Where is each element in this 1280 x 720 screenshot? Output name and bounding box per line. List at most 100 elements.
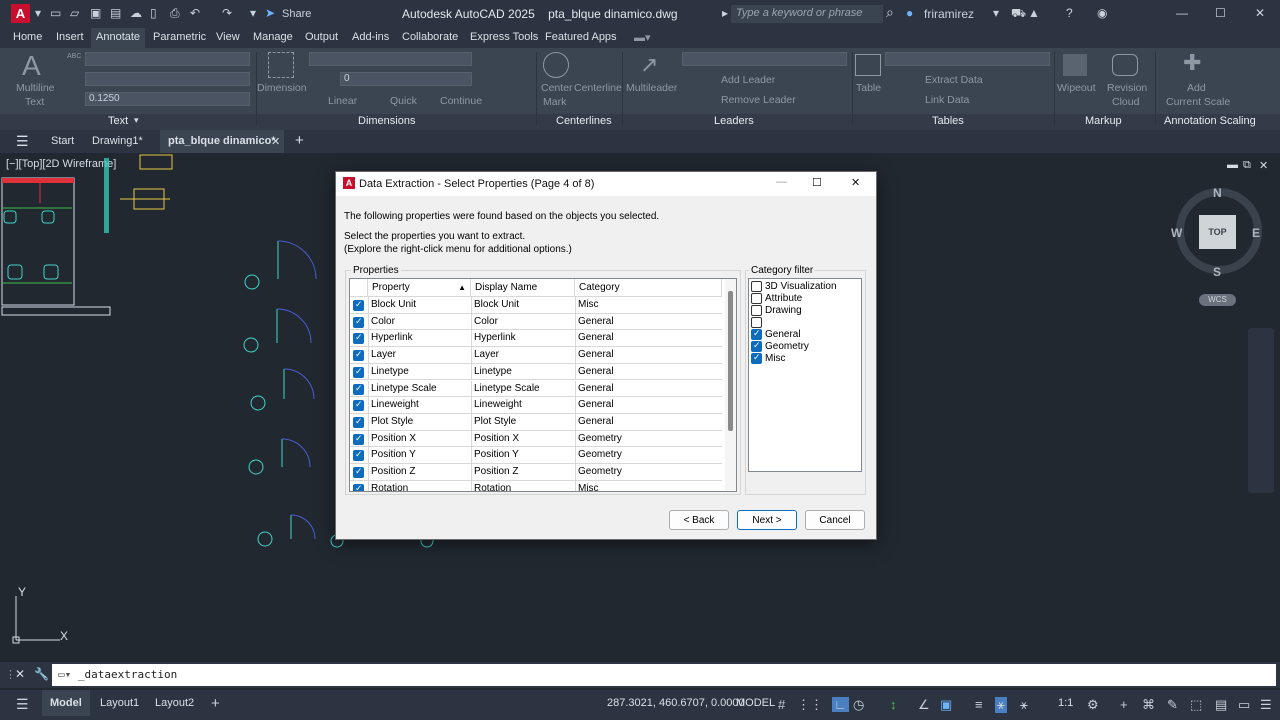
category-item[interactable]: Attribute xyxy=(751,293,859,305)
row-checkbox[interactable] xyxy=(353,449,364,462)
command-input[interactable]: ▭▾ _dataextraction xyxy=(52,664,1276,686)
table-row[interactable]: Hyperlink Hyperlink General xyxy=(350,330,722,348)
add-scale-label2[interactable]: Current Scale xyxy=(1166,96,1230,108)
tab-insert[interactable]: Insert xyxy=(56,31,84,43)
customization-icon[interactable]: ☰ xyxy=(1260,697,1272,713)
text-height-combo[interactable]: 0.1250 xyxy=(85,92,250,106)
undo-icon[interactable]: ↶ xyxy=(190,6,200,20)
snap-icon[interactable]: ⋮⋮ xyxy=(797,697,823,713)
row-checkbox[interactable] xyxy=(353,416,364,428)
lock-ui-icon[interactable]: ⬚ xyxy=(1190,697,1202,713)
center-mark-icon[interactable] xyxy=(543,52,569,78)
next-button[interactable]: Next > xyxy=(737,510,797,530)
row-checkbox[interactable] xyxy=(353,399,364,412)
table-row[interactable]: Plot Style Plot Style General xyxy=(350,413,722,431)
multiline-text-label2[interactable]: Text xyxy=(25,96,44,108)
row-checkbox[interactable] xyxy=(353,316,364,328)
lineweight-icon[interactable]: ≡ xyxy=(975,697,983,712)
tab-featured-apps[interactable]: Featured Apps xyxy=(545,31,617,43)
dim-style-combo[interactable] xyxy=(309,52,472,66)
quick-properties-icon[interactable]: ✎ xyxy=(1167,697,1178,713)
table-icon[interactable] xyxy=(855,54,881,76)
remove-leader-button[interactable]: Remove Leader xyxy=(721,94,796,106)
row-checkbox[interactable] xyxy=(353,483,364,491)
compass-n[interactable]: N xyxy=(1213,186,1222,200)
category-item[interactable]: 3D Visualization xyxy=(751,281,859,293)
table-row[interactable]: Position Y Position Y Geometry xyxy=(350,447,722,464)
polar-icon[interactable]: ◷ xyxy=(853,697,864,713)
user-dropdown-icon[interactable]: ▾ xyxy=(993,6,999,20)
back-button[interactable]: < Back xyxy=(669,510,729,530)
category-checkbox[interactable] xyxy=(751,340,762,352)
panel-dropdown-icon[interactable]: ▾ xyxy=(134,115,139,126)
category-item[interactable]: General xyxy=(751,328,859,341)
table-style-combo[interactable] xyxy=(885,52,1050,66)
tab-layout2[interactable]: Layout2 xyxy=(155,697,194,709)
tab-pta-blque-dinamico[interactable]: pta_blque dinamico* xyxy=(160,130,284,153)
text-style-combo[interactable] xyxy=(85,52,250,66)
category-filter-list[interactable]: 3D VisualizationAttributeDrawing GeneralG… xyxy=(748,278,862,472)
category-checkbox[interactable] xyxy=(751,305,762,316)
user-name[interactable]: friramirez xyxy=(924,7,974,21)
search-input[interactable]: Type a keyword or phrase xyxy=(731,5,883,23)
tab-start[interactable]: Start xyxy=(51,135,74,147)
category-checkbox[interactable] xyxy=(751,328,762,340)
print-icon[interactable]: ⎙ xyxy=(170,6,180,21)
isodraft-icon[interactable]: ↕ xyxy=(890,697,897,712)
isolate-objects-icon[interactable]: ▤ xyxy=(1215,697,1227,713)
tab-layout1[interactable]: Layout1 xyxy=(100,697,139,709)
linear-button[interactable]: Linear xyxy=(328,95,357,107)
row-checkbox[interactable] xyxy=(353,299,364,311)
user-icon[interactable]: ● xyxy=(906,6,913,20)
panel-leaders-label[interactable]: Leaders xyxy=(714,115,754,127)
ortho-icon[interactable]: ∟ xyxy=(832,697,849,712)
category-item[interactable] xyxy=(751,317,859,329)
close-cmd-icon[interactable]: ✕ xyxy=(15,667,25,681)
category-checkbox[interactable] xyxy=(751,317,762,328)
center-mark-label[interactable]: Center xyxy=(541,82,573,94)
tab-output[interactable]: Output xyxy=(305,31,338,43)
multiline-text-icon[interactable]: A xyxy=(22,50,41,82)
annomonitor-icon[interactable]: + xyxy=(1120,697,1128,712)
row-checkbox[interactable] xyxy=(353,383,364,395)
cloud-icon[interactable]: ☁ xyxy=(130,6,142,20)
header-category[interactable]: Category xyxy=(575,279,722,297)
wipeout-label[interactable]: Wipeout xyxy=(1057,82,1096,94)
header-display-name[interactable]: Display Name xyxy=(471,279,575,297)
connect-icon[interactable]: ▲ xyxy=(1028,6,1040,20)
model-space-toggle[interactable]: MODEL xyxy=(736,697,775,709)
share-button[interactable]: Share xyxy=(282,8,311,20)
add-leader-button[interactable]: Add Leader xyxy=(721,74,775,86)
add-scale-icon[interactable]: ✚ xyxy=(1183,50,1201,76)
add-scale-label[interactable]: Add xyxy=(1187,82,1206,94)
new-tab-icon[interactable]: + xyxy=(295,132,304,149)
menu-dropdown-icon[interactable]: ▾ xyxy=(35,6,41,20)
panel-annotation-scaling-label[interactable]: Annotation Scaling xyxy=(1164,115,1256,127)
dialog-title-bar[interactable]: A Data Extraction - Select Properties (P… xyxy=(336,172,876,196)
tab-annotate[interactable]: Annotate xyxy=(91,28,146,48)
centerline-label[interactable]: Centerline xyxy=(574,82,622,94)
tab-model[interactable]: Model xyxy=(42,690,90,716)
tab-express-tools[interactable]: Express Tools xyxy=(470,31,538,43)
workspace-icon[interactable]: ⚙ xyxy=(1087,697,1099,713)
object-snap-icon[interactable]: ▣ xyxy=(940,697,952,713)
header-property[interactable]: Property ▲ xyxy=(368,279,471,297)
tab-view[interactable]: View xyxy=(216,31,240,43)
minimize-icon[interactable]: — xyxy=(1176,6,1188,20)
table-row[interactable]: Block Unit Block Unit Misc xyxy=(350,297,722,314)
chat-icon[interactable]: ◉ xyxy=(1097,6,1107,20)
close-tab-icon[interactable]: ✕ xyxy=(271,135,280,148)
share-icon[interactable]: ➤ xyxy=(265,6,275,20)
link-data-button[interactable]: Link Data xyxy=(925,94,969,106)
panel-dimensions-label[interactable]: Dimensions xyxy=(358,115,415,127)
mleader-style-combo[interactable] xyxy=(682,52,847,66)
viewcube-top-face[interactable]: TOP xyxy=(1199,215,1236,249)
annotation-scale[interactable]: 1:1 xyxy=(1058,697,1073,709)
menu-icon[interactable]: ☰ xyxy=(16,696,29,713)
close-icon[interactable]: ✕ xyxy=(1255,6,1265,20)
center-mark-label2[interactable]: Mark xyxy=(543,96,566,108)
compass-s[interactable]: S xyxy=(1213,265,1221,279)
category-checkbox[interactable] xyxy=(751,352,762,364)
navigation-bar[interactable] xyxy=(1248,328,1274,493)
tab-drawing1[interactable]: Drawing1* xyxy=(92,135,143,147)
